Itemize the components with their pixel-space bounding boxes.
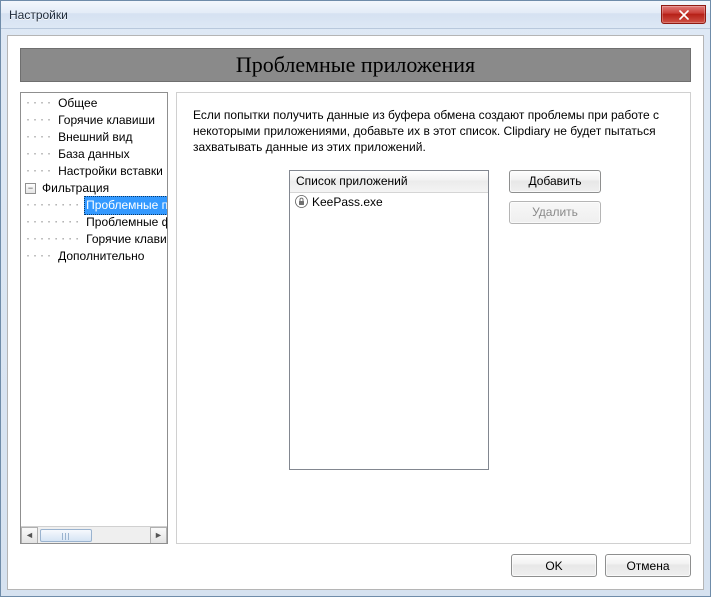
window-title: Настройки	[9, 8, 661, 22]
close-icon	[679, 10, 689, 20]
app-list[interactable]: Список приложений Kee	[289, 170, 489, 470]
scroll-left-arrow-icon[interactable]: ◄	[21, 527, 38, 544]
footer-buttons: OK Отмена	[20, 544, 691, 577]
tree-item-database[interactable]: ···· База данных	[21, 146, 167, 163]
nav-tree-pane: ···· Общее ···· Горячие клавиши ···· Вне…	[20, 92, 168, 544]
app-list-header[interactable]: Список приложений	[290, 171, 488, 193]
tree-horizontal-scrollbar[interactable]: ◄ ►	[21, 526, 167, 543]
scroll-thumb[interactable]	[40, 529, 92, 542]
body-row: ···· Общее ···· Горячие клавиши ···· Вне…	[20, 92, 691, 544]
page-banner: Проблемные приложения	[20, 48, 691, 82]
settings-window: Настройки Проблемные приложения ···· Общ…	[0, 0, 711, 597]
description-text: Если попытки получить данные из буфера о…	[193, 107, 674, 156]
page-title: Проблемные приложения	[236, 52, 475, 78]
app-list-body: KeePass.exe	[290, 193, 488, 469]
app-management-row: Список приложений Kee	[193, 170, 674, 529]
add-button[interactable]: Добавить	[509, 170, 601, 193]
tree-item-filter-hotkeys[interactable]: ········ Горячие клавиши	[21, 231, 167, 248]
nav-tree[interactable]: ···· Общее ···· Горячие клавиши ···· Вне…	[21, 93, 167, 526]
list-item[interactable]: KeePass.exe	[290, 193, 488, 211]
client-area: Проблемные приложения ···· Общее ···· Го…	[7, 35, 704, 590]
tree-item-advanced[interactable]: ···· Дополнительно	[21, 248, 167, 265]
tree-item-problem-formats[interactable]: ········ Проблемные форматы	[21, 214, 167, 231]
scroll-right-arrow-icon[interactable]: ►	[150, 527, 167, 544]
tree-item-problem-apps[interactable]: ········ Проблемные приложения	[21, 197, 167, 214]
tree-item-filtering[interactable]: − Фильтрация	[21, 180, 167, 197]
close-button[interactable]	[661, 5, 706, 24]
app-name: KeePass.exe	[312, 195, 383, 209]
tree-item-paste-settings[interactable]: ···· Настройки вставки	[21, 163, 167, 180]
lock-icon	[294, 195, 308, 209]
collapse-icon[interactable]: −	[25, 183, 36, 194]
content-pane: Если попытки получить данные из буфера о…	[176, 92, 691, 544]
tree-item-hotkeys[interactable]: ···· Горячие клавиши	[21, 112, 167, 129]
titlebar: Настройки	[1, 1, 710, 29]
scroll-track[interactable]	[38, 527, 150, 544]
tree-item-general[interactable]: ···· Общее	[21, 95, 167, 112]
ok-button[interactable]: OK	[511, 554, 597, 577]
side-buttons: Добавить Удалить	[509, 170, 601, 224]
remove-button[interactable]: Удалить	[509, 201, 601, 224]
cancel-button[interactable]: Отмена	[605, 554, 691, 577]
tree-item-appearance[interactable]: ···· Внешний вид	[21, 129, 167, 146]
